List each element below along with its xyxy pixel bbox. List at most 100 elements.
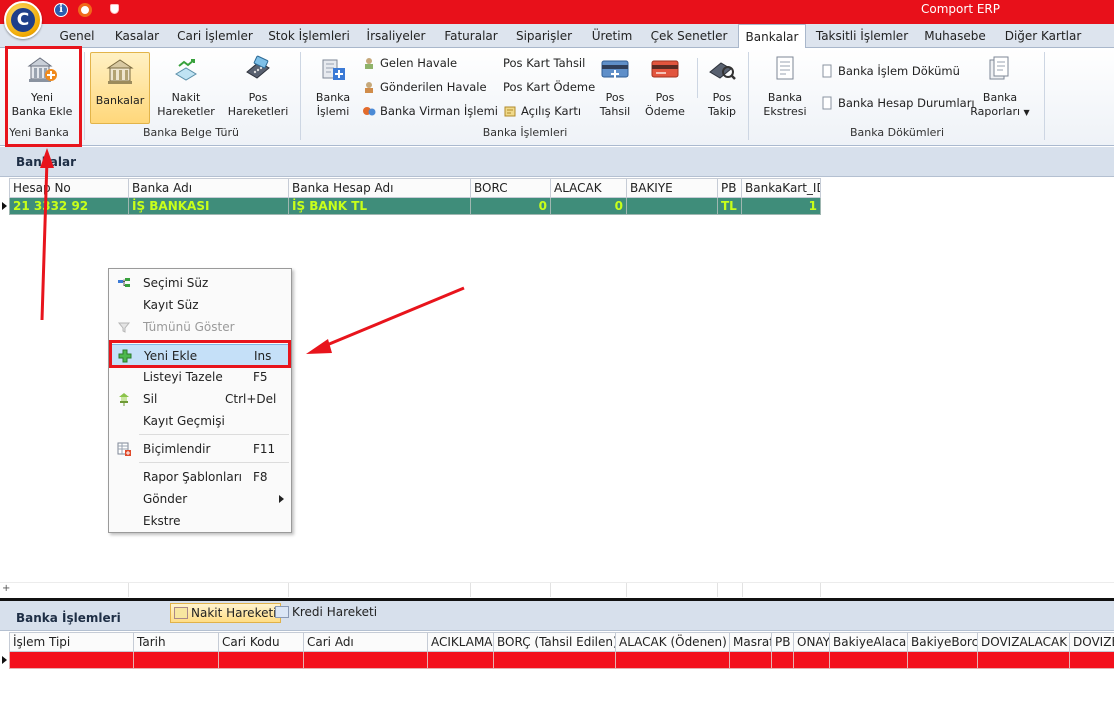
acilis-karti-button[interactable]: Açılış Kartı	[503, 103, 581, 119]
tab-muhasebe[interactable]: Muhasebe	[920, 28, 990, 48]
row-indicator-icon	[0, 652, 9, 669]
col-header-doviz-borc[interactable]: DOVIZBORC	[1069, 632, 1114, 652]
highlight-yeni-banka-ekle	[5, 46, 82, 147]
bank-icon	[106, 59, 134, 84]
nakit-hareketler-button[interactable]: Nakit Hareketler	[156, 54, 216, 119]
table-row[interactable]: 21 3332 92 İŞ BANKASI İŞ BANK TL 0 0 TL …	[9, 197, 821, 215]
tab-genel[interactable]: Genel	[54, 28, 100, 48]
col-header-borc[interactable]: BORC	[470, 178, 551, 198]
cell-borc[interactable]: 0	[470, 197, 551, 215]
cell-bakiye[interactable]	[626, 197, 718, 215]
pos-tahsil-button[interactable]: Pos Tahsil	[594, 54, 636, 119]
banka-ekstresi-button[interactable]: Banka Ekstresi	[760, 54, 810, 119]
app-logo-letter: C	[11, 8, 35, 32]
cell-alacak[interactable]: 0	[550, 197, 627, 215]
info-icon[interactable]: i	[54, 3, 68, 17]
menu-item-listeyi-tazele[interactable]: Listeyi Tazele F5	[111, 366, 289, 388]
tab-faturalar[interactable]: Faturalar	[440, 28, 502, 48]
format-icon	[117, 442, 131, 456]
menu-label: Sil	[143, 392, 158, 406]
col-header-banka-hesap-adi[interactable]: Banka Hesap Adı	[288, 178, 471, 198]
menu-separator	[139, 434, 289, 435]
title-bar: i Comport ERP	[0, 0, 1114, 24]
gonderilen-havale-button[interactable]: Gönderilen Havale	[362, 79, 487, 95]
tab-uretim[interactable]: Üretim	[586, 28, 638, 48]
cell-hesap-no[interactable]: 21 3332 92	[9, 197, 129, 215]
tab-diger-kartlar[interactable]: Diğer Kartlar	[1000, 28, 1086, 48]
app-window: i Comport ERP C Genel Kasalar Cari İşlem…	[0, 0, 1114, 707]
col-header-borc-tahsil[interactable]: BORÇ (Tahsil Edilen)	[493, 632, 616, 652]
banka-virman-islemi-button[interactable]: Banka Virman İşlemi	[362, 103, 498, 119]
col-header-cari-adi[interactable]: Cari Adı	[303, 632, 428, 652]
banka-islem-dokumu-button[interactable]: Banka İşlem Dökümü	[820, 63, 960, 79]
pos-odeme-button[interactable]: Pos Ödeme	[642, 54, 688, 119]
col-header-bakiye-alacak[interactable]: BakiyeAlacak	[829, 632, 908, 652]
gelen-havale-button[interactable]: Gelen Havale	[362, 55, 457, 71]
col-header-cari-kodu[interactable]: Cari Kodu	[218, 632, 304, 652]
menu-label: Ekstre	[143, 514, 181, 528]
col-header-masraf[interactable]: Masraf	[729, 632, 772, 652]
tab-siparisler[interactable]: Siparişler	[512, 28, 576, 48]
group-separator	[84, 52, 85, 140]
app-title: Comport ERP	[921, 2, 1000, 16]
col-header-alacak[interactable]: ALACAK	[550, 178, 627, 198]
highlight-yeni-ekle	[109, 340, 291, 368]
col-header-alacak-odenen[interactable]: ALACAK (Ödenen)	[615, 632, 730, 652]
col-header-bakiye-borc[interactable]: BakiyeBorc	[907, 632, 978, 652]
col-header-pb[interactable]: PB	[771, 632, 794, 652]
tab-cek-senetler[interactable]: Çek Senetler	[648, 28, 730, 48]
menu-item-kayit-suz[interactable]: Kayıt Süz	[111, 294, 289, 316]
menu-item-ekstre[interactable]: Ekstre	[111, 510, 289, 532]
col-header-banka-adi[interactable]: Banka Adı	[128, 178, 289, 198]
show-all-icon	[117, 322, 131, 333]
cell-banka-hesap-adi[interactable]: İŞ BANK TL	[288, 197, 471, 215]
banka-islemi-button[interactable]: Banka İşlemi	[308, 54, 358, 119]
tab-cari-islemler[interactable]: Cari İşlemler	[174, 28, 256, 48]
col-header-hesap-no[interactable]: Hesap No	[9, 178, 129, 198]
shield-icon[interactable]	[110, 4, 119, 14]
menu-label: Kayıt Süz	[143, 298, 199, 312]
tab-kredi-hareketi[interactable]: Kredi Hareketi	[272, 603, 380, 623]
col-header-pb[interactable]: PB	[717, 178, 742, 198]
banka-hesap-durumlari-button[interactable]: Banka Hesap Durumları	[820, 95, 975, 111]
menu-item-gonder[interactable]: Gönder	[111, 488, 289, 510]
dropdown-arrow-icon: ▼	[1023, 108, 1030, 117]
col-header-islem-tipi[interactable]: İşlem Tipi	[9, 632, 134, 652]
help-lifebuoy-icon[interactable]	[78, 3, 92, 17]
app-logo-icon[interactable]: C	[4, 1, 42, 39]
table-row[interactable]	[9, 651, 1114, 669]
group-separator	[748, 52, 749, 140]
filter-selection-icon	[118, 278, 130, 287]
col-header-tarih[interactable]: Tarih	[133, 632, 219, 652]
bankalar-button[interactable]: Bankalar	[90, 52, 150, 124]
tab-kasalar[interactable]: Kasalar	[110, 28, 164, 48]
pos-takip-button[interactable]: Pos Takip	[700, 54, 744, 119]
pos-hareketleri-button[interactable]: Pos Hareketleri	[226, 54, 290, 119]
menu-item-bicimlendir[interactable]: Biçimlendir F11	[111, 438, 289, 460]
cell-bankakart-id[interactable]: 1	[741, 197, 821, 215]
tab-stok-islemleri[interactable]: Stok İşlemleri	[266, 28, 352, 48]
card-payment-icon	[651, 60, 679, 78]
menu-item-rapor-sablonlari[interactable]: Rapor Şablonları F8	[111, 466, 289, 488]
col-header-aciklama[interactable]: ACIKLAMA	[427, 632, 494, 652]
cell-banka-adi[interactable]: İŞ BANKASI	[128, 197, 289, 215]
tab-nakit-hareketi[interactable]: Nakit Hareketi	[170, 603, 281, 623]
col-header-bakiye[interactable]: BAKIYE	[626, 178, 718, 198]
pos-kart-odeme-button[interactable]: Pos Kart Ödeme	[503, 79, 595, 95]
cell-pb[interactable]: TL	[717, 197, 742, 215]
col-header-doviz-alacak[interactable]: DOVIZALACAK	[977, 632, 1070, 652]
pos-kart-tahsil-button[interactable]: Pos Kart Tahsil	[503, 55, 585, 71]
banka-raporlari-button[interactable]: Banka Raporları ▼	[968, 54, 1032, 120]
menu-item-kayit-gecmisi[interactable]: Kayıt Geçmişi	[111, 410, 289, 432]
gelen-havale-label: Gelen Havale	[380, 56, 458, 70]
acilis-karti-label: Açılış Kartı	[521, 104, 582, 118]
arrow-head-left	[306, 339, 332, 354]
tab-taksitli-islemler[interactable]: Taksitli İşlemler	[814, 28, 910, 48]
col-header-onay[interactable]: ONAY	[793, 632, 830, 652]
tab-bankalar[interactable]: Bankalar	[738, 24, 806, 49]
col-header-bankakart-id[interactable]: BankaKart_ID	[741, 178, 821, 198]
menu-item-sil[interactable]: Sil Ctrl+Del	[111, 388, 289, 410]
menu-item-secimi-suz[interactable]: Seçimi Süz	[111, 272, 289, 294]
hareketler-label: Hareketler	[157, 105, 215, 118]
tab-irsaliyeler[interactable]: İrsaliyeler	[362, 28, 430, 48]
